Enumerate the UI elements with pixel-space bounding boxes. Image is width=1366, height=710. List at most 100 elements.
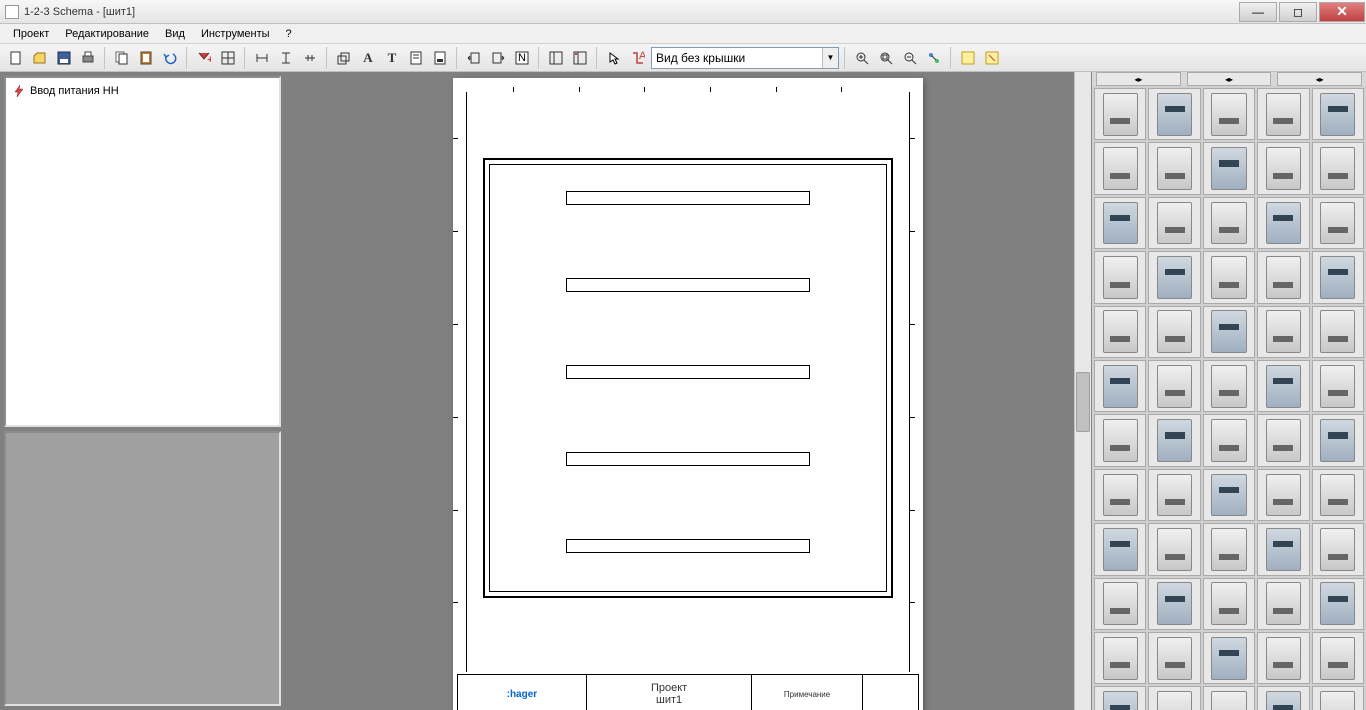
palette-item[interactable] <box>1257 360 1309 412</box>
palette-item[interactable] <box>1094 632 1146 684</box>
view-selector-input[interactable] <box>652 51 822 65</box>
palette-item[interactable] <box>1312 523 1364 575</box>
docpage-icon[interactable] <box>405 47 427 69</box>
tree-root-node[interactable]: Ввод питания НН <box>10 82 275 100</box>
undo-icon[interactable] <box>159 47 181 69</box>
ruler-1-icon[interactable] <box>251 47 273 69</box>
chevron-down-icon[interactable]: ▼ <box>822 48 838 68</box>
zoom-in-icon[interactable] <box>851 47 873 69</box>
palette-item[interactable] <box>1257 251 1309 303</box>
palette-item[interactable] <box>1094 686 1146 710</box>
zoom-out-icon[interactable] <box>899 47 921 69</box>
palette-item[interactable] <box>1148 88 1200 140</box>
palette-item[interactable] <box>1257 197 1309 249</box>
palette-item[interactable] <box>1094 414 1146 466</box>
autonumber-icon[interactable]: N <box>511 47 533 69</box>
palette-tab-1[interactable]: ◂▸ <box>1096 72 1181 86</box>
maximize-button[interactable]: ◻ <box>1279 2 1317 22</box>
palette-item[interactable] <box>1203 197 1255 249</box>
palette-item[interactable] <box>1203 88 1255 140</box>
palette-item[interactable] <box>1312 197 1364 249</box>
view-selector[interactable]: ▼ <box>651 47 839 69</box>
menu-view[interactable]: Вид <box>157 26 193 42</box>
palette-item[interactable] <box>1257 523 1309 575</box>
palette-item[interactable] <box>1257 469 1309 521</box>
palette-item[interactable] <box>1148 197 1200 249</box>
palette-item[interactable] <box>1203 142 1255 194</box>
canvas[interactable]: :hager Проект шит1 Примечание <box>285 72 1091 710</box>
copy-icon[interactable] <box>111 47 133 69</box>
palette-item[interactable] <box>1312 88 1364 140</box>
open-icon[interactable] <box>29 47 51 69</box>
palette-item[interactable] <box>1148 360 1200 412</box>
palette-tab-2[interactable]: ◂▸ <box>1187 72 1272 86</box>
ruler-2-icon[interactable] <box>275 47 297 69</box>
palette-item[interactable] <box>1203 632 1255 684</box>
palette-item[interactable] <box>1094 523 1146 575</box>
palette-item[interactable] <box>1203 360 1255 412</box>
menu-help[interactable]: ? <box>278 26 300 42</box>
palette-item[interactable] <box>1094 251 1146 303</box>
menu-edit[interactable]: Редактирование <box>57 26 157 42</box>
autoroute-icon[interactable]: A <box>627 47 649 69</box>
palette-item[interactable] <box>1094 306 1146 358</box>
din-rail-3[interactable] <box>566 365 810 379</box>
connection-icon[interactable] <box>923 47 945 69</box>
palette-item[interactable] <box>1148 306 1200 358</box>
palette-item[interactable] <box>1257 414 1309 466</box>
palette-item[interactable] <box>1257 686 1309 710</box>
palette-item[interactable] <box>1312 469 1364 521</box>
palette-item[interactable] <box>1257 578 1309 630</box>
minimize-button[interactable]: — <box>1239 2 1277 22</box>
palette-item[interactable] <box>1203 578 1255 630</box>
palette-item[interactable] <box>1203 686 1255 710</box>
zoom-fit-icon[interactable] <box>875 47 897 69</box>
palette-item[interactable] <box>1148 142 1200 194</box>
palette-tab-3[interactable]: ◂▸ <box>1277 72 1362 86</box>
din-rail-1[interactable] <box>566 191 810 205</box>
textbox-icon[interactable]: T <box>381 47 403 69</box>
pointer-icon[interactable] <box>603 47 625 69</box>
palette-item[interactable] <box>1312 578 1364 630</box>
panel-1-icon[interactable] <box>545 47 567 69</box>
palette-item[interactable] <box>1148 414 1200 466</box>
enclosure-frame[interactable] <box>483 158 893 598</box>
palette-item[interactable] <box>1094 469 1146 521</box>
new-icon[interactable] <box>5 47 27 69</box>
palette-item[interactable] <box>1312 306 1364 358</box>
palette-item[interactable] <box>1312 686 1364 710</box>
palette-item[interactable] <box>1148 578 1200 630</box>
highlight-2-icon[interactable] <box>981 47 1003 69</box>
palette-item[interactable] <box>1094 578 1146 630</box>
add-item-icon[interactable]: + <box>193 47 215 69</box>
save-icon[interactable] <box>53 47 75 69</box>
move-left-icon[interactable] <box>463 47 485 69</box>
palette-item[interactable] <box>1094 88 1146 140</box>
move-right-icon[interactable] <box>487 47 509 69</box>
palette-item[interactable] <box>1312 142 1364 194</box>
palette-item[interactable] <box>1257 88 1309 140</box>
grid-icon[interactable] <box>217 47 239 69</box>
palette-item[interactable] <box>1257 306 1309 358</box>
print-icon[interactable] <box>77 47 99 69</box>
close-button[interactable]: ✕ <box>1319 2 1365 22</box>
scrollbar-thumb[interactable] <box>1076 372 1090 432</box>
palette-item[interactable] <box>1203 306 1255 358</box>
palette-item[interactable] <box>1203 469 1255 521</box>
palette-item[interactable] <box>1148 523 1200 575</box>
palette-item[interactable] <box>1257 142 1309 194</box>
palette-item[interactable] <box>1148 469 1200 521</box>
palette-item[interactable] <box>1312 632 1364 684</box>
din-rail-5[interactable] <box>566 539 810 553</box>
din-rail-2[interactable] <box>566 278 810 292</box>
palette-item[interactable] <box>1094 142 1146 194</box>
panel-2-icon[interactable] <box>569 47 591 69</box>
drawing-page[interactable]: :hager Проект шит1 Примечание <box>453 78 923 710</box>
text-icon[interactable]: A <box>357 47 379 69</box>
highlight-1-icon[interactable] <box>957 47 979 69</box>
palette-item[interactable] <box>1094 197 1146 249</box>
menu-tools[interactable]: Инструменты <box>193 26 278 42</box>
palette-item[interactable] <box>1257 632 1309 684</box>
paste-icon[interactable] <box>135 47 157 69</box>
palette-item[interactable] <box>1203 523 1255 575</box>
